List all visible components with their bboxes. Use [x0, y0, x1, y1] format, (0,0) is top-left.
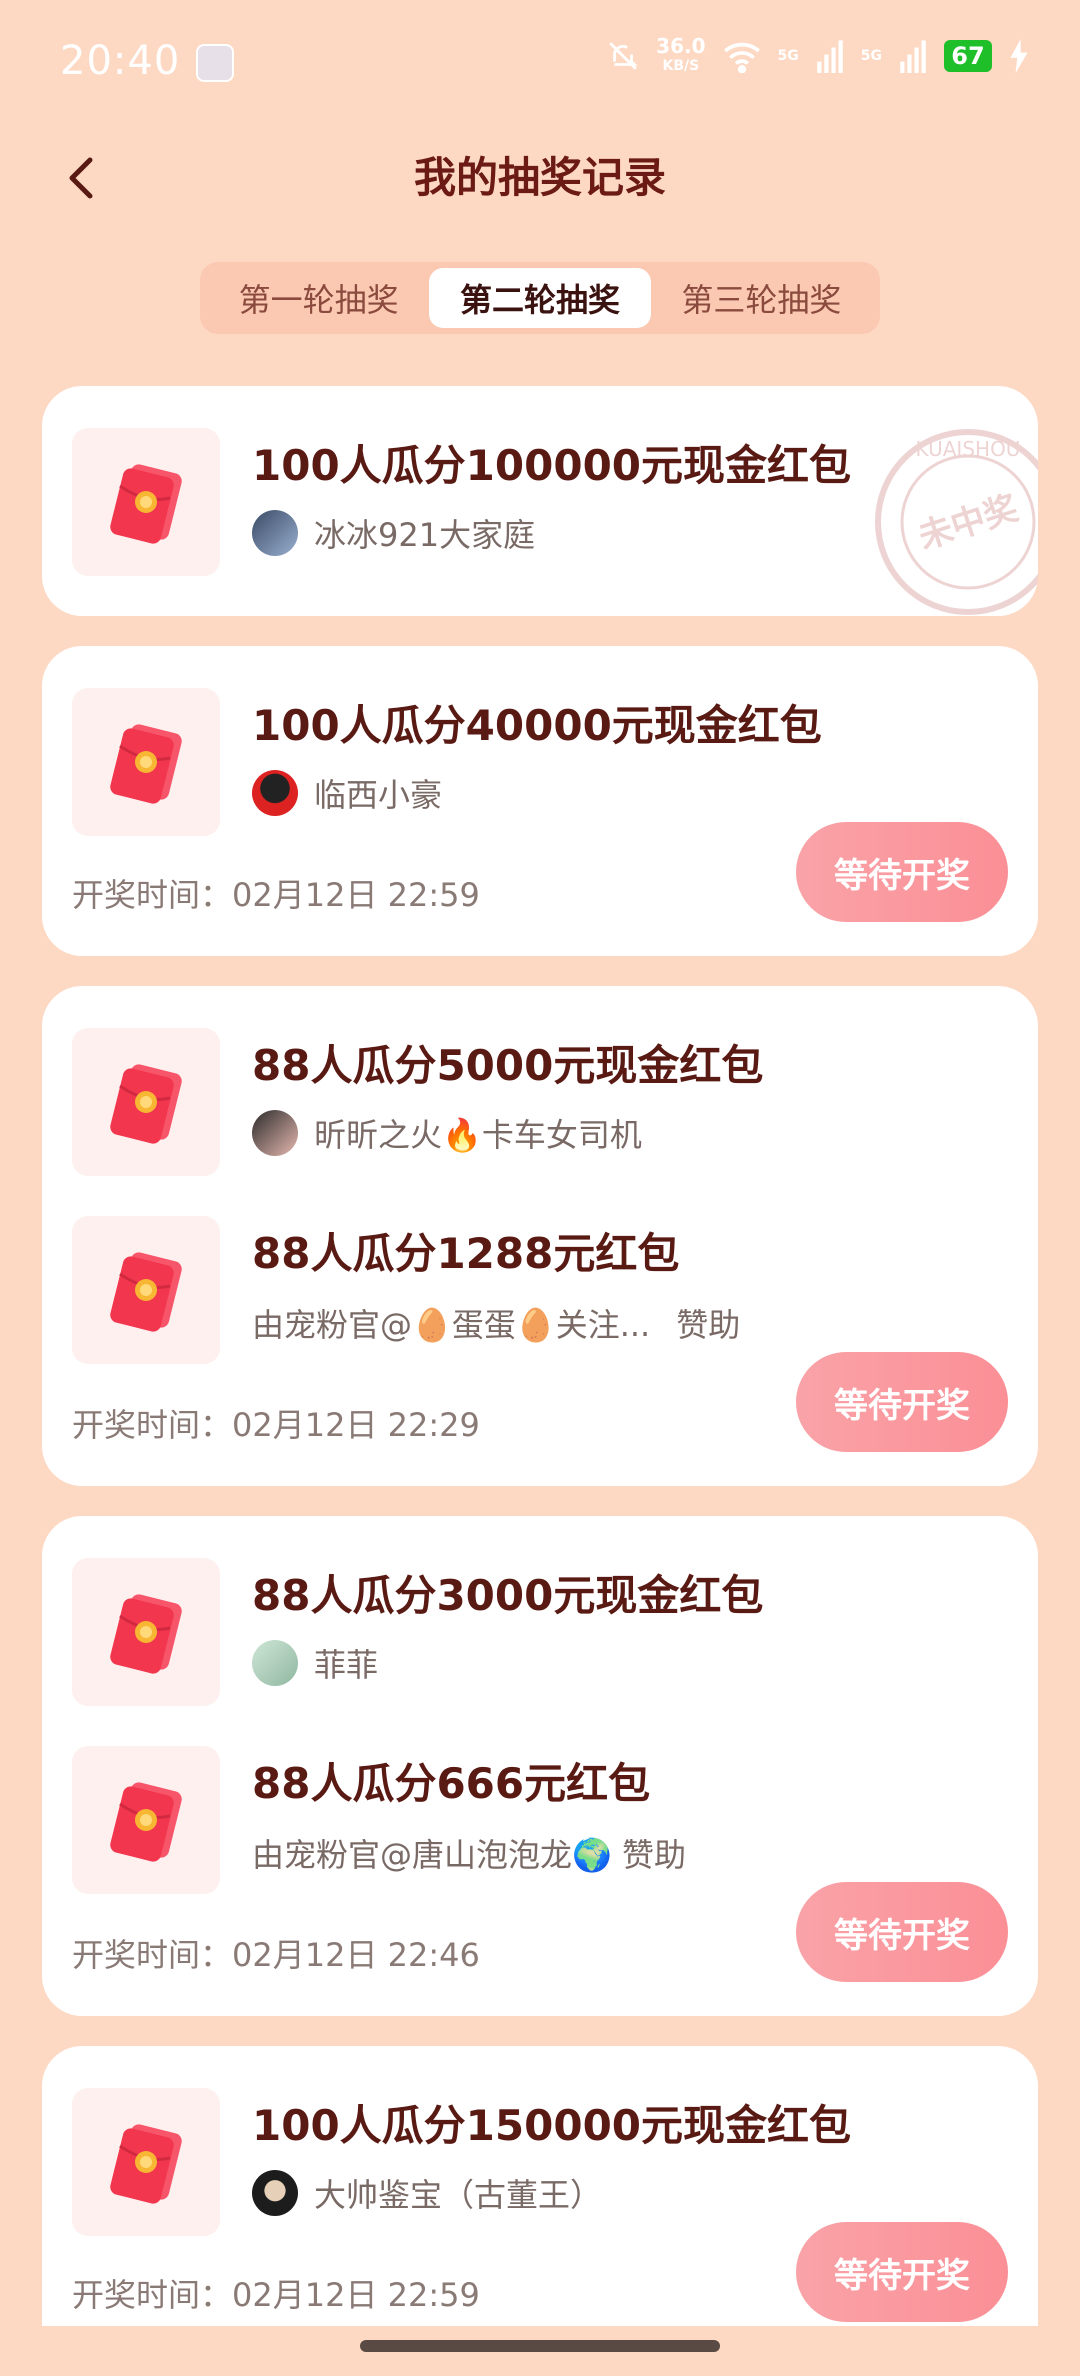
page-title: 我的抽奖记录	[413, 153, 666, 202]
tab-round-1[interactable]: 第一轮抽奖	[208, 268, 429, 328]
prize-row: 88人瓜分3000元现金红包 菲菲	[72, 1558, 972, 1708]
status-icons: 36.0 KB/S 5G 5G 67	[606, 36, 1030, 76]
prize-title: 100人瓜分40000元现金红包	[252, 701, 822, 750]
lottery-card[interactable]: 88人瓜分5000元现金红包 昕昕之火🔥卡车女司机 88人瓜分1288元红包 由…	[42, 986, 1038, 1486]
waiting-draw-button[interactable]: 等待开奖	[796, 2222, 1008, 2322]
draw-time: 开奖时间：02月12日 22:29	[72, 1406, 480, 1444]
prize-row: 100人瓜分40000元现金红包 临西小豪	[72, 688, 972, 838]
mute-bell-icon	[609, 42, 638, 70]
signal-label-1: 5G	[777, 48, 799, 64]
host-name: 临西小豪	[314, 776, 443, 814]
draw-time: 开奖时间：02月12日 22:59	[72, 876, 480, 914]
status-time: 20:40	[60, 38, 181, 84]
red-packet-icon	[72, 2088, 220, 2236]
host-avatar	[252, 1110, 298, 1156]
round-tabs: 第一轮抽奖 第二轮抽奖 第三轮抽奖	[200, 262, 880, 334]
host-info[interactable]: 昕昕之火🔥卡车女司机	[252, 1110, 642, 1156]
sponsor-info[interactable]: 由宠粉官@🥚蛋蛋🥚关注... 赞助	[252, 1300, 740, 1346]
prize-title: 100人瓜分100000元现金红包	[252, 441, 852, 490]
not-won-stamp-icon: KUAISHOU 未中奖	[875, 429, 1038, 615]
signal-bars-icon	[900, 40, 926, 73]
host-avatar	[252, 770, 298, 816]
host-info[interactable]: 临西小豪	[252, 770, 442, 816]
sponsor-by: 由宠粉官@🥚蛋蛋🥚关注...	[252, 1306, 651, 1344]
prize-row: 88人瓜分1288元红包 由宠粉官@🥚蛋蛋🥚关注... 赞助	[72, 1216, 972, 1366]
red-packet-icon	[72, 1028, 220, 1176]
sponsor-info[interactable]: 由宠粉官@唐山泡泡龙🌍 赞助	[252, 1830, 686, 1876]
red-packet-icon	[72, 428, 220, 576]
host-name: 大帅鉴宝（古董王）	[314, 2176, 603, 2214]
red-packet-icon	[72, 1746, 220, 1894]
waiting-draw-button[interactable]: 等待开奖	[796, 822, 1008, 922]
battery-indicator: 67	[944, 40, 992, 72]
home-indicator[interactable]	[360, 2340, 720, 2352]
host-info[interactable]: 冰冰921大家庭	[252, 510, 535, 556]
red-packet-icon	[72, 1216, 220, 1364]
waiting-draw-button[interactable]: 等待开奖	[796, 1352, 1008, 1452]
charging-bolt-icon	[1010, 39, 1028, 73]
red-packet-icon	[72, 1558, 220, 1706]
host-avatar	[252, 1640, 298, 1686]
host-name: 昕昕之火🔥卡车女司机	[314, 1116, 642, 1154]
draw-time: 开奖时间：02月12日 22:59	[72, 2276, 480, 2314]
host-info[interactable]: 菲菲	[252, 1640, 378, 1686]
wifi-icon	[723, 42, 760, 73]
lottery-card[interactable]: 100人瓜分150000元现金红包 大帅鉴宝（古董王） 开奖时间：02月12日 …	[42, 2046, 1038, 2326]
prize-title: 100人瓜分150000元现金红包	[252, 2101, 852, 2150]
header: 我的抽奖记录	[0, 130, 1080, 220]
status-bar: 20:40 36.0 KB/S 5G 5G 67	[0, 0, 1080, 120]
host-avatar	[252, 510, 298, 556]
prize-row: 88人瓜分5000元现金红包 昕昕之火🔥卡车女司机	[72, 1028, 972, 1178]
host-name: 菲菲	[314, 1646, 379, 1684]
prize-title: 88人瓜分1288元红包	[252, 1229, 680, 1278]
stamp-text: 未中奖	[914, 488, 1023, 558]
lottery-card[interactable]: 88人瓜分3000元现金红包 菲菲 88人瓜分666元红包 由宠粉官@唐山泡泡龙…	[42, 1516, 1038, 2016]
prize-row: 100人瓜分150000元现金红包 大帅鉴宝（古董王）	[72, 2088, 972, 2238]
prize-title: 88人瓜分3000元现金红包	[252, 1571, 764, 1620]
host-name: 冰冰921大家庭	[314, 516, 536, 554]
prize-title: 88人瓜分666元红包	[252, 1759, 651, 1808]
waiting-draw-button[interactable]: 等待开奖	[796, 1882, 1008, 1982]
tab-round-2[interactable]: 第二轮抽奖	[429, 268, 651, 328]
net-speed: 36.0 KB/S	[656, 34, 706, 74]
red-packet-icon	[72, 688, 220, 836]
sponsor-suffix: 赞助	[622, 1836, 687, 1874]
prize-row: 88人瓜分666元红包 由宠粉官@唐山泡泡龙🌍 赞助	[72, 1746, 972, 1896]
prize-row: 100人瓜分100000元现金红包 冰冰921大家庭	[72, 428, 972, 578]
signal-label-2: 5G	[860, 48, 882, 64]
lottery-card[interactable]: 100人瓜分100000元现金红包 冰冰921大家庭 KUAISHOU 未中奖	[42, 386, 1038, 616]
lottery-card[interactable]: 100人瓜分40000元现金红包 临西小豪 开奖时间：02月12日 22:59 …	[42, 646, 1038, 956]
host-avatar	[252, 2170, 298, 2216]
prize-title: 88人瓜分5000元现金红包	[252, 1041, 764, 1090]
stamp-ring-text: KUAISHOU	[916, 437, 1021, 461]
sponsor-suffix: 赞助	[676, 1306, 741, 1344]
signal-bars-icon	[817, 40, 843, 73]
sponsor-by: 由宠粉官@唐山泡泡龙🌍	[252, 1836, 612, 1874]
host-info[interactable]: 大帅鉴宝（古董王）	[252, 2170, 602, 2216]
draw-time: 开奖时间：02月12日 22:46	[72, 1936, 480, 1974]
tab-round-3[interactable]: 第三轮抽奖	[651, 268, 872, 328]
status-app-avatar-icon	[196, 44, 234, 82]
